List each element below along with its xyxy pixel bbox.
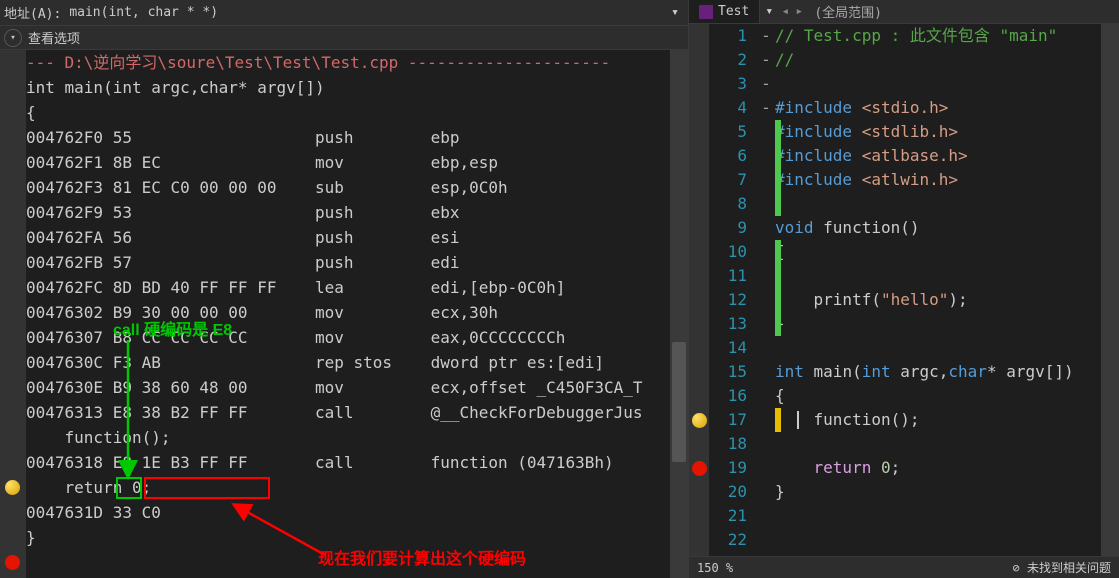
- issues-indicator[interactable]: ⊘ 未找到相关问题: [1013, 559, 1111, 576]
- address-input[interactable]: [65, 3, 666, 22]
- green-highlight-box: [116, 477, 142, 499]
- address-label: 地址(A):: [4, 3, 61, 22]
- line-numbers: 1234567891011121314151617181920212223: [709, 24, 757, 556]
- status-bar: 150 % ⊘ 未找到相关问题: [689, 556, 1119, 578]
- code-area[interactable]: // Test.cpp : 此文件包含 "main"// #include <s…: [775, 24, 1119, 556]
- scrollbar[interactable]: [1101, 24, 1119, 556]
- tab-bar: Test ▾ ◂ ▸ (全局范围): [689, 0, 1119, 24]
- tab-nav-left-icon[interactable]: ◂: [778, 4, 792, 19]
- view-options-label: 查看选项: [28, 28, 80, 47]
- tab-dropdown-icon[interactable]: ▾: [760, 4, 778, 19]
- tab-test[interactable]: Test: [689, 0, 760, 23]
- green-annotation: call 硬编码是 E8: [113, 318, 232, 343]
- scope-dropdown[interactable]: (全局范围): [806, 2, 1119, 21]
- red-highlight-box: [144, 477, 270, 499]
- code-editor[interactable]: 1234567891011121314151617181920212223 --…: [689, 24, 1119, 556]
- breakpoint-icon[interactable]: [692, 461, 707, 476]
- breakpoint-icon[interactable]: [5, 555, 20, 570]
- tab-label: Test: [718, 4, 749, 19]
- chevron-down-icon[interactable]: ▾: [4, 29, 22, 47]
- disassembly-view[interactable]: --- D:\逆向学习\soure\Test\Test\Test.cpp ---…: [0, 50, 688, 578]
- address-dropdown-icon[interactable]: ▾: [666, 5, 684, 20]
- scrollbar[interactable]: [670, 50, 688, 578]
- editor-breakpoint-gutter[interactable]: [689, 24, 709, 556]
- tab-nav-right-icon[interactable]: ▸: [792, 4, 806, 19]
- breakpoint-icon[interactable]: [5, 480, 20, 495]
- fold-column[interactable]: ----: [757, 24, 775, 556]
- text-cursor: [797, 411, 799, 429]
- red-annotation: 现在我们要计算出这个硬编码: [318, 547, 526, 572]
- address-bar: 地址(A): ▾: [0, 0, 688, 26]
- cpp-file-icon: [699, 5, 713, 19]
- zoom-level[interactable]: 150 %: [697, 561, 733, 575]
- breakpoint-icon[interactable]: [692, 413, 707, 428]
- scroll-thumb[interactable]: [672, 342, 686, 462]
- modification-bar: [775, 120, 781, 216]
- modification-bar: [775, 240, 781, 336]
- breakpoint-gutter[interactable]: [0, 50, 26, 578]
- options-row: ▾ 查看选项: [0, 26, 688, 50]
- modification-bar: [775, 408, 781, 432]
- disassembly-panel: 地址(A): ▾ ▾ 查看选项 --- D:\逆向学习\soure\Test\T…: [0, 0, 688, 578]
- editor-panel: Test ▾ ◂ ▸ (全局范围) 1234567891011121314151…: [688, 0, 1119, 578]
